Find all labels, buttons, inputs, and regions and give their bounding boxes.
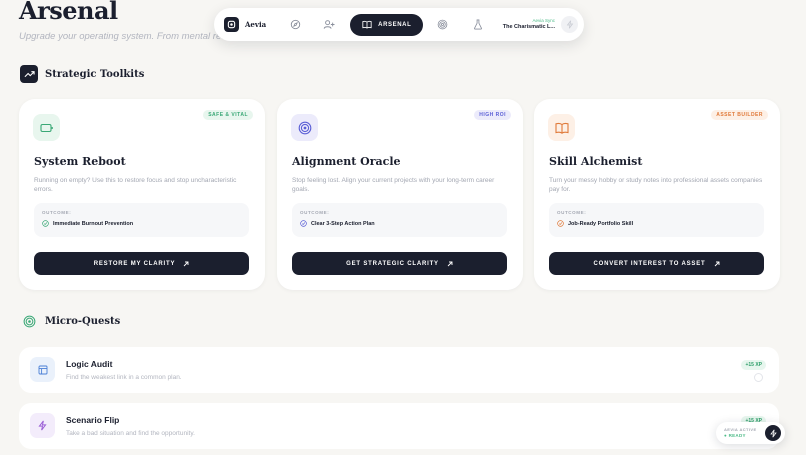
book-open-icon: [362, 20, 372, 29]
battery-icon: [33, 114, 60, 141]
flask-icon[interactable]: [467, 14, 489, 36]
quest-checkbox[interactable]: [754, 373, 763, 382]
section-title: Micro-Quests: [45, 316, 121, 327]
outcome-text: Immediate Burnout Prevention: [53, 220, 134, 227]
brand-name: Aevia: [245, 20, 267, 29]
status-indicator[interactable]: AEVIA ACTIVE ● READY: [716, 422, 785, 444]
quest-description: Take a bad situation and find the opport…: [66, 430, 195, 437]
page-subtitle: Upgrade your operating system. From ment…: [19, 31, 237, 42]
outcome-text: Job-Ready Portfolio Skill: [568, 220, 634, 227]
cta-label: GET STRATEGIC CLARITY: [346, 260, 439, 267]
cta-label: RESTORE MY CLARITY: [93, 260, 176, 267]
outcome-text: Clear 3-Step Action Plan: [311, 220, 375, 227]
status-ready-text: READY: [728, 432, 746, 438]
now-playing[interactable]: Aevia Sync The Charismatic L...: [502, 18, 555, 30]
arrow-up-right-icon: [183, 261, 189, 266]
zap-icon: [30, 413, 55, 438]
card-description: Running on empty? Use this to restore fo…: [34, 177, 237, 194]
card-badge: SAFE & VITAL: [203, 110, 253, 120]
target-icon[interactable]: [431, 14, 453, 36]
brand-logo-icon: [224, 17, 239, 32]
card-title: Skill Alchemist: [549, 155, 643, 168]
get-strategic-clarity-button[interactable]: GET STRATEGIC CLARITY: [292, 252, 507, 275]
quests-header: Micro-Quests: [23, 315, 120, 328]
nav-active-label: ARSENAL: [378, 21, 412, 28]
book-open-icon: [548, 114, 575, 141]
zap-icon[interactable]: [561, 16, 578, 33]
check-circle-icon: [42, 220, 49, 227]
now-playing-title: The Charismatic L...: [502, 23, 555, 30]
quest-description: Find the weakest link in a common plan.: [66, 374, 182, 381]
status-ready: ● READY: [724, 432, 746, 438]
user-plus-icon[interactable]: [318, 14, 340, 36]
card-title: System Reboot: [34, 155, 126, 168]
arrow-up-right-icon: [714, 261, 719, 266]
convert-interest-button[interactable]: CONVERT INTEREST TO ASSET: [549, 252, 764, 275]
xp-badge: +15 XP: [741, 360, 766, 370]
quest-title: Logic Audit: [66, 359, 113, 369]
layout-icon: [30, 357, 55, 382]
outcome-label: OUTCOME:: [42, 210, 72, 215]
outcome-box: OUTCOME: Immediate Burnout Prevention: [34, 203, 249, 237]
compass-icon[interactable]: [284, 14, 306, 36]
card-badge: ASSET BUILDER: [711, 110, 768, 120]
toolkit-card-system-reboot: SAFE & VITAL System Reboot Running on em…: [19, 99, 265, 290]
quest-scenario-flip[interactable]: Scenario Flip Take a bad situation and f…: [19, 403, 779, 449]
target-icon: [23, 315, 36, 328]
card-badge: HIGH ROI: [474, 110, 511, 120]
card-description: Stop feeling lost. Align your current pr…: [292, 177, 495, 194]
restore-clarity-button[interactable]: RESTORE MY CLARITY: [34, 252, 249, 275]
toolkit-card-alignment-oracle: HIGH ROI Alignment Oracle Stop feeling l…: [277, 99, 523, 290]
quest-logic-audit[interactable]: Logic Audit Find the weakest link in a c…: [19, 347, 779, 393]
toolkit-card-skill-alchemist: ASSET BUILDER Skill Alchemist Turn your …: [534, 99, 780, 290]
outcome-box: OUTCOME: Job-Ready Portfolio Skill: [549, 203, 764, 237]
quest-title: Scenario Flip: [66, 415, 120, 425]
cta-label: CONVERT INTEREST TO ASSET: [593, 260, 706, 267]
check-circle-icon: [300, 220, 307, 227]
outcome-label: OUTCOME:: [300, 210, 330, 215]
outcome-box: OUTCOME: Clear 3-Step Action Plan: [292, 203, 507, 237]
card-description: Turn your messy hobby or study notes int…: [549, 177, 763, 194]
nav-tab-arsenal[interactable]: ARSENAL: [350, 13, 424, 36]
trending-up-icon: [20, 65, 38, 83]
arrow-up-right-icon: [447, 261, 453, 266]
section-title: Strategic Toolkits: [45, 68, 145, 80]
page-title: Arsenal: [19, 0, 118, 25]
check-circle-icon: [557, 220, 564, 227]
target-icon: [291, 114, 318, 141]
card-title: Alignment Oracle: [292, 155, 401, 168]
outcome-label: OUTCOME:: [557, 210, 587, 215]
brand[interactable]: Aevia: [224, 17, 266, 32]
zap-icon[interactable]: [765, 425, 781, 441]
top-nav: Aevia ARSENAL Aevia Sync The Charismatic…: [214, 8, 584, 41]
toolkits-header: Strategic Toolkits: [20, 65, 144, 83]
